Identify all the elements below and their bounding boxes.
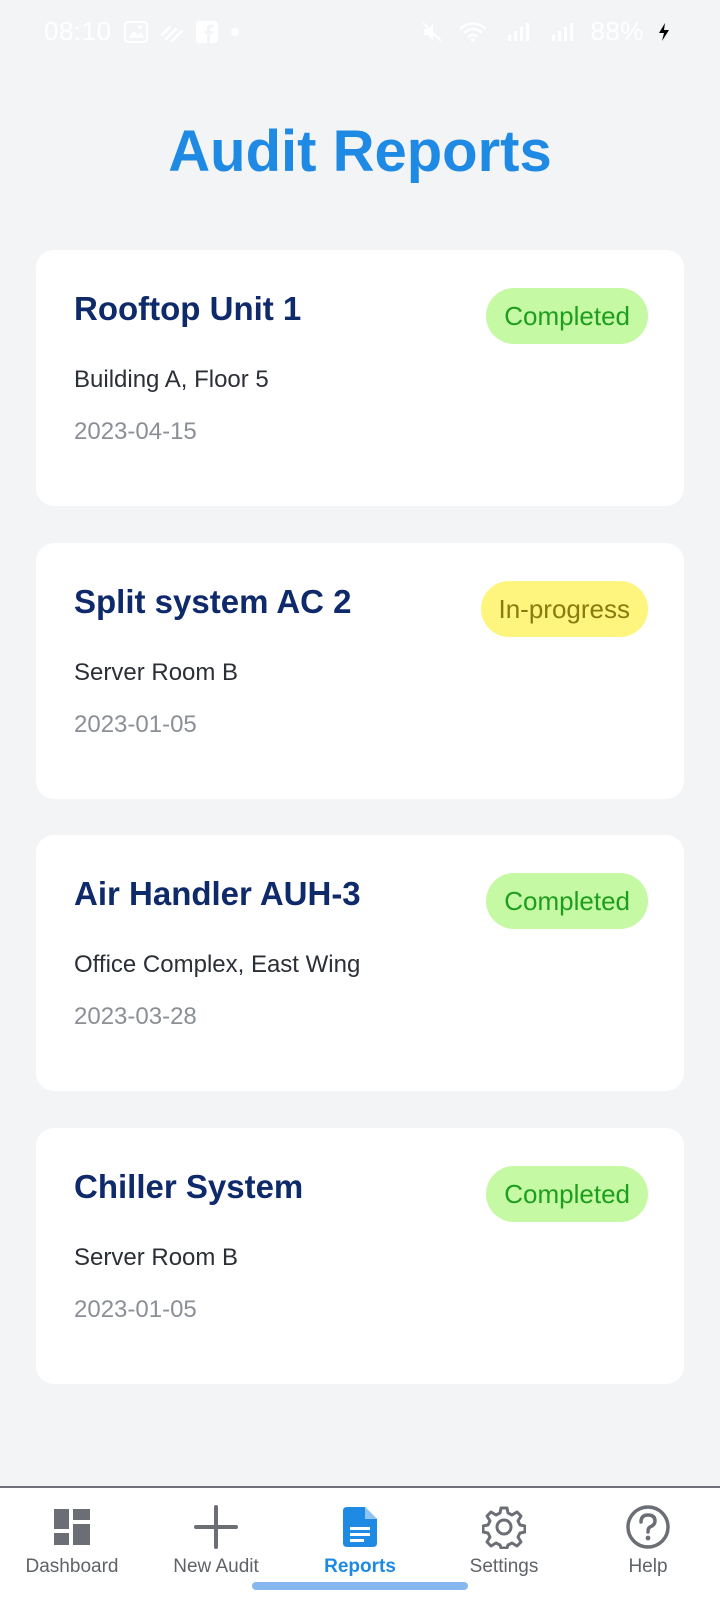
report-location: Server Room B xyxy=(74,659,239,686)
gallery-notification-icon xyxy=(123,20,148,43)
help-circle-icon xyxy=(625,1502,671,1552)
battery-percentage: 88% xyxy=(590,16,644,46)
report-location: Server Room B xyxy=(74,1244,239,1271)
charging-icon xyxy=(658,22,670,41)
wifi-icon xyxy=(458,21,488,43)
notification-dot-icon xyxy=(230,27,240,37)
nav-label-help: Help xyxy=(628,1556,668,1577)
plus-icon xyxy=(194,1502,238,1552)
nav-label-new-audit: New Audit xyxy=(173,1556,259,1577)
signal-strength-icon-sim1 xyxy=(502,21,532,43)
status-badge: Completed xyxy=(486,1166,648,1222)
page-title: Audit Reports xyxy=(168,119,552,184)
status-bar-left: 08:10 xyxy=(44,16,240,47)
report-date: 2023-01-05 xyxy=(74,711,197,738)
report-date: 2023-04-15 xyxy=(74,418,197,445)
nav-item-settings[interactable]: Settings xyxy=(432,1502,576,1592)
nav-item-new-audit[interactable]: New Audit xyxy=(144,1502,288,1592)
nav-item-reports[interactable]: Reports xyxy=(288,1502,432,1592)
status-badge: Completed xyxy=(486,873,648,929)
report-card[interactable]: Air Handler AUH-3 Completed Office Compl… xyxy=(36,835,684,1091)
document-icon xyxy=(343,1502,377,1552)
status-time: 08:10 xyxy=(44,16,112,46)
mute-icon xyxy=(420,20,444,44)
dashboard-icon xyxy=(54,1502,90,1552)
home-indicator[interactable] xyxy=(252,1582,468,1590)
gear-icon xyxy=(482,1502,526,1552)
report-title: Chiller System xyxy=(74,1168,304,1205)
nav-label-reports: Reports xyxy=(324,1556,396,1577)
report-card[interactable]: Chiller System Completed Server Room B 2… xyxy=(36,1128,684,1384)
status-bar-right: 88% xyxy=(420,16,670,47)
status-badge: In-progress xyxy=(480,581,648,637)
nav-item-dashboard[interactable]: Dashboard xyxy=(0,1502,144,1592)
report-card[interactable]: Split system AC 2 In-progress Server Roo… xyxy=(36,543,684,799)
nav-item-help[interactable]: Help xyxy=(576,1502,720,1592)
report-date: 2023-01-05 xyxy=(74,1296,197,1323)
report-title: Rooftop Unit 1 xyxy=(74,290,302,327)
report-location: Office Complex, East Wing xyxy=(74,951,361,978)
report-title: Split system AC 2 xyxy=(74,583,352,620)
report-title: Air Handler AUH-3 xyxy=(74,875,361,912)
signal-strength-icon-sim2 xyxy=(546,21,576,43)
status-bar: 08:10 88% xyxy=(0,0,720,64)
facebook-notification-icon xyxy=(195,20,218,43)
report-card[interactable]: Rooftop Unit 1 Completed Building A, Flo… xyxy=(36,250,684,506)
activity-notification-icon xyxy=(160,21,184,43)
nav-label-dashboard: Dashboard xyxy=(25,1556,119,1577)
status-badge: Completed xyxy=(486,288,648,344)
nav-label-settings: Settings xyxy=(469,1556,539,1577)
report-location: Building A, Floor 5 xyxy=(74,366,269,393)
report-date: 2023-03-28 xyxy=(74,1003,197,1030)
